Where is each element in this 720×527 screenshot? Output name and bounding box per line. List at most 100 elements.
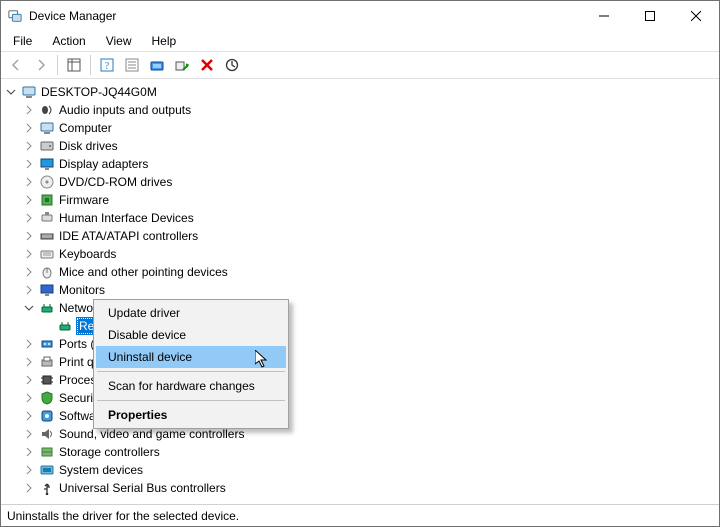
category-label: Monitors xyxy=(59,283,105,297)
device-tree: DESKTOP-JQ44G0M Audio inputs and outputs… xyxy=(3,83,717,497)
chevron-right-icon[interactable] xyxy=(23,338,35,350)
chevron-right-icon[interactable] xyxy=(23,158,35,170)
chevron-right-icon[interactable] xyxy=(23,176,35,188)
app-icon xyxy=(7,8,23,24)
toolbar: ? xyxy=(1,51,719,79)
category-icon xyxy=(39,156,55,172)
tree-category[interactable]: Universal Serial Bus controllers xyxy=(23,479,717,497)
tree-category[interactable]: Storage controllers xyxy=(23,443,717,461)
forward-button[interactable] xyxy=(29,53,53,77)
window-controls xyxy=(581,1,719,31)
ctx-uninstall-device[interactable]: Uninstall device xyxy=(96,346,286,368)
close-button[interactable] xyxy=(673,1,719,31)
tree-root-label: DESKTOP-JQ44G0M xyxy=(41,85,157,99)
ctx-properties[interactable]: Properties xyxy=(96,404,286,426)
category-icon xyxy=(39,246,55,262)
chevron-right-icon[interactable] xyxy=(23,266,35,278)
ctx-scan-hardware[interactable]: Scan for hardware changes xyxy=(96,375,286,397)
scan-hardware-button[interactable] xyxy=(220,53,244,77)
menu-file[interactable]: File xyxy=(5,33,40,49)
menu-help[interactable]: Help xyxy=(144,33,185,49)
category-label: DVD/CD-ROM drives xyxy=(59,175,172,189)
chevron-right-icon[interactable] xyxy=(23,428,35,440)
chevron-down-icon[interactable] xyxy=(5,86,17,98)
category-label: IDE ATA/ATAPI controllers xyxy=(59,229,198,243)
chevron-right-icon[interactable] xyxy=(23,248,35,260)
chevron-right-icon[interactable] xyxy=(23,104,35,116)
chevron-right-icon[interactable] xyxy=(23,194,35,206)
menu-view[interactable]: View xyxy=(98,33,140,49)
maximize-button[interactable] xyxy=(627,1,673,31)
category-icon xyxy=(39,210,55,226)
category-icon xyxy=(39,174,55,190)
titlebar: Device Manager xyxy=(1,1,719,31)
chevron-right-icon[interactable] xyxy=(23,284,35,296)
chevron-right-icon[interactable] xyxy=(23,464,35,476)
category-label: System devices xyxy=(59,463,143,477)
back-button[interactable] xyxy=(4,53,28,77)
category-label: Computer xyxy=(59,121,112,135)
tree-root[interactable]: DESKTOP-JQ44G0M xyxy=(5,83,717,101)
toolbar-separator xyxy=(57,55,58,75)
tree-category[interactable]: IDE ATA/ATAPI controllers xyxy=(23,227,717,245)
category-icon xyxy=(39,390,55,406)
disable-device-button[interactable] xyxy=(170,53,194,77)
category-icon xyxy=(39,102,55,118)
chevron-right-icon[interactable] xyxy=(23,212,35,224)
chevron-right-icon[interactable] xyxy=(23,122,35,134)
tree-category[interactable]: Display adapters xyxy=(23,155,717,173)
category-icon xyxy=(39,480,55,496)
tree-category[interactable]: Human Interface Devices xyxy=(23,209,717,227)
tree-category[interactable]: Firmware xyxy=(23,191,717,209)
category-label: Mice and other pointing devices xyxy=(59,265,228,279)
chevron-right-icon[interactable] xyxy=(23,446,35,458)
update-driver-button[interactable] xyxy=(145,53,169,77)
category-label: Keyboards xyxy=(59,247,116,261)
chevron-right-icon[interactable] xyxy=(23,392,35,404)
statusbar: Uninstalls the driver for the selected d… xyxy=(1,504,719,526)
category-label: Audio inputs and outputs xyxy=(59,103,191,117)
menu-action[interactable]: Action xyxy=(44,33,93,49)
category-icon xyxy=(39,336,55,352)
chevron-right-icon[interactable] xyxy=(23,356,35,368)
chevron-right-icon[interactable] xyxy=(23,410,35,422)
tree-category[interactable]: System devices xyxy=(23,461,717,479)
tree-category[interactable]: Disk drives xyxy=(23,137,717,155)
tree-category[interactable]: Keyboards xyxy=(23,245,717,263)
category-icon xyxy=(39,408,55,424)
category-icon xyxy=(39,138,55,154)
minimize-button[interactable] xyxy=(581,1,627,31)
category-icon xyxy=(39,300,55,316)
tree-category[interactable]: Monitors xyxy=(23,281,717,299)
uninstall-device-button[interactable] xyxy=(195,53,219,77)
category-icon xyxy=(39,264,55,280)
ctx-update-driver[interactable]: Update driver xyxy=(96,302,286,324)
device-tree-area[interactable]: DESKTOP-JQ44G0M Audio inputs and outputs… xyxy=(1,79,719,504)
category-icon xyxy=(39,354,55,370)
window-title: Device Manager xyxy=(29,9,581,23)
show-hide-tree-button[interactable] xyxy=(62,53,86,77)
category-icon xyxy=(39,120,55,136)
properties-button[interactable] xyxy=(120,53,144,77)
tree-category[interactable]: DVD/CD-ROM drives xyxy=(23,173,717,191)
category-icon xyxy=(39,444,55,460)
computer-icon xyxy=(21,84,37,100)
category-label: Display adapters xyxy=(59,157,148,171)
tree-category[interactable]: Computer xyxy=(23,119,717,137)
ctx-separator xyxy=(97,371,285,372)
device-manager-window: Device Manager File Action View Help ? xyxy=(0,0,720,527)
chevron-right-icon[interactable] xyxy=(23,374,35,386)
ctx-disable-device[interactable]: Disable device xyxy=(96,324,286,346)
chevron-down-icon[interactable] xyxy=(23,302,35,314)
tree-category[interactable]: Audio inputs and outputs xyxy=(23,101,717,119)
help-button[interactable]: ? xyxy=(95,53,119,77)
category-icon xyxy=(39,462,55,478)
svg-text:?: ? xyxy=(105,61,110,72)
network-device-icon xyxy=(57,318,73,334)
category-icon xyxy=(39,282,55,298)
chevron-right-icon[interactable] xyxy=(23,140,35,152)
tree-category[interactable]: Mice and other pointing devices xyxy=(23,263,717,281)
category-icon xyxy=(39,372,55,388)
chevron-right-icon[interactable] xyxy=(23,482,35,494)
chevron-right-icon[interactable] xyxy=(23,230,35,242)
